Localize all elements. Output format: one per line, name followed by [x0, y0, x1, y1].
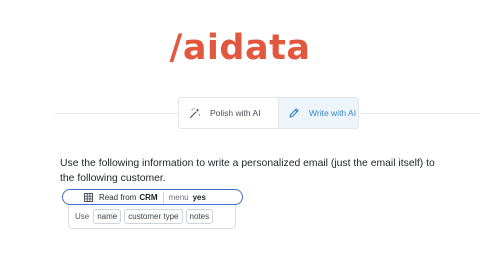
use-label: Use [75, 212, 90, 221]
polish-with-ai-label: Polish with AI [210, 108, 261, 118]
aidata-logo: /aidata [169, 28, 311, 68]
field-chip-customer-type[interactable]: customer type [124, 209, 183, 224]
write-with-ai-label: Write with AI [309, 108, 357, 118]
pill-separator [162, 191, 164, 203]
ai-toolbar: Polish with AI Write with AI [178, 97, 359, 129]
divider-right [359, 113, 480, 114]
field-chip-name[interactable]: name [93, 209, 122, 224]
write-with-ai-button[interactable]: Write with AI [278, 98, 358, 128]
menu-value[interactable]: yes [193, 193, 206, 202]
divider-left [55, 113, 178, 114]
menu-key-label: menu [168, 192, 189, 202]
polish-with-ai-button[interactable]: Polish with AI [179, 98, 278, 128]
crm-source-name: CRM [139, 192, 158, 202]
field-chip-notes[interactable]: notes [185, 209, 214, 224]
prompt-line-1: Use the following information to write a… [60, 158, 435, 169]
table-grid-icon [84, 192, 93, 202]
magic-wand-icon [189, 107, 201, 119]
prompt-line-2: the following customer. [60, 173, 166, 184]
read-from-label: Read from [99, 192, 137, 202]
prompt-text[interactable]: Use the following information to write a… [60, 156, 480, 186]
editor-page: /aidata Polish with AI Write with AI Use… [0, 0, 480, 270]
pencil-icon [288, 107, 300, 119]
use-fields-row: Use name customer type notes [75, 209, 216, 224]
read-from-crm-pill[interactable]: Read from CRM menu yes [62, 189, 243, 205]
